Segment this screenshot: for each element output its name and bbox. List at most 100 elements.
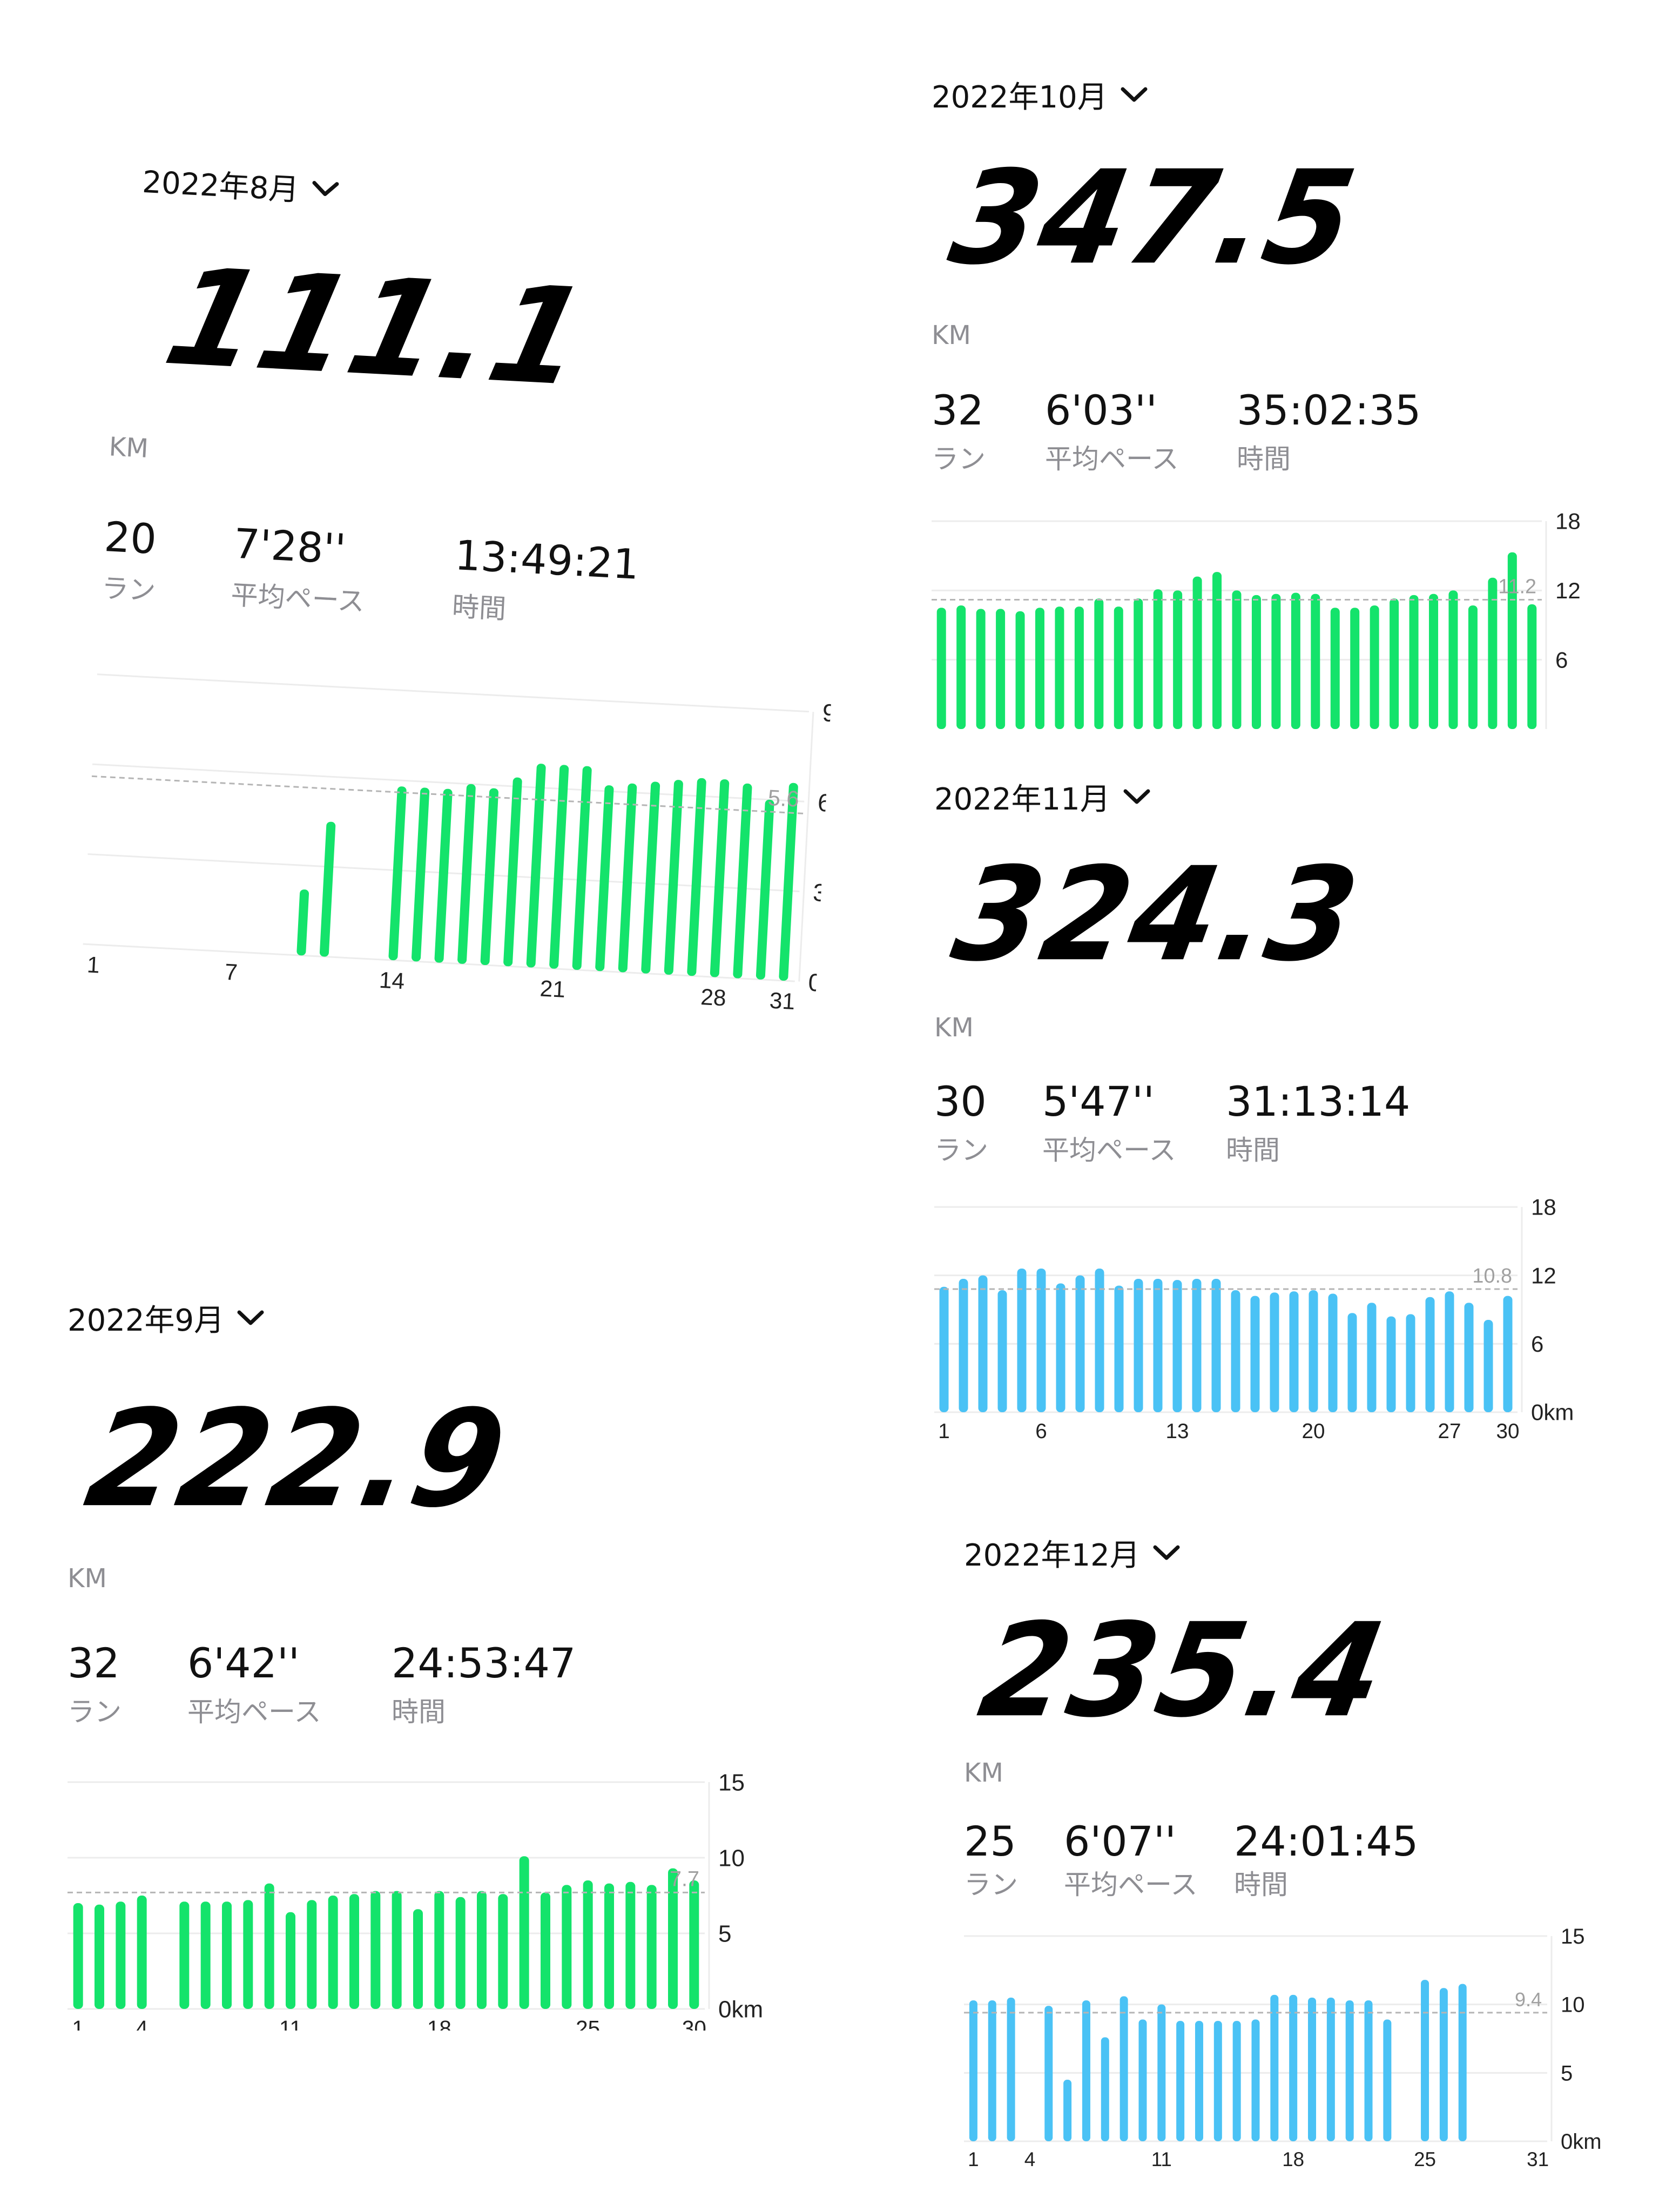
y-tick-label: 5 xyxy=(718,1920,731,1947)
y-tick-label: 12 xyxy=(1531,1263,1556,1288)
x-tick-label: 18 xyxy=(1282,2148,1304,2170)
bar xyxy=(541,1892,550,2009)
bar xyxy=(936,608,946,729)
x-tick-label: 4 xyxy=(1024,2148,1035,2170)
bar xyxy=(1347,1313,1357,1412)
monthly-bar-chart: 15 10 5 0km 9.4 1 4 11 18 25 31 xyxy=(964,1925,1602,2170)
bar xyxy=(388,786,407,961)
bar xyxy=(1308,1998,1317,2141)
bar xyxy=(1409,595,1419,729)
bar xyxy=(1056,1283,1065,1412)
y-tick-label: 3 xyxy=(812,878,827,907)
distance-unit: KM xyxy=(934,1013,974,1043)
chevron-down-icon[interactable] xyxy=(1153,1545,1180,1561)
total-time: 24:53:47 xyxy=(392,1639,576,1687)
x-tick-label: 31 xyxy=(769,988,795,1014)
y-tick-label: 15 xyxy=(1561,1925,1585,1948)
total-time-label: 時間 xyxy=(451,590,507,625)
bar xyxy=(1309,1290,1318,1412)
avg-pace: 6'42'' xyxy=(187,1639,300,1687)
bar xyxy=(116,1901,126,2009)
bar xyxy=(969,2000,977,2141)
runs-label: ラン xyxy=(932,443,986,475)
bar xyxy=(959,1279,968,1412)
bar xyxy=(1036,1269,1046,1412)
bar xyxy=(1421,1980,1429,2141)
bar xyxy=(733,783,752,979)
x-tick-label: 11 xyxy=(279,2016,302,2031)
chevron-down-icon[interactable] xyxy=(237,1310,264,1326)
x-tick-label: 18 xyxy=(427,2016,451,2031)
x-tick-label: 31 xyxy=(1527,2148,1549,2170)
bar xyxy=(1015,611,1025,729)
month-selector[interactable]: 2022年11月 xyxy=(934,775,1150,819)
month-selector[interactable]: 2022年12月 xyxy=(964,1531,1180,1575)
avg-pace: 6'07'' xyxy=(1064,1817,1176,1865)
bar xyxy=(618,783,637,973)
bar xyxy=(1007,1998,1015,2141)
monthly-bar-chart: 15 10 5 0km 7.7 1 4 11 18 25 30 xyxy=(68,1771,763,2031)
avg-pace: 6'03'' xyxy=(1045,386,1157,434)
bar xyxy=(956,605,966,729)
bar xyxy=(1326,1998,1335,2141)
month-selector[interactable]: 2022年9月 xyxy=(68,1296,264,1340)
x-tick-label: 25 xyxy=(576,2016,600,2031)
chevron-down-icon[interactable] xyxy=(1121,87,1148,103)
bar xyxy=(1464,1303,1474,1412)
total-time-label: 時間 xyxy=(392,1696,446,1728)
average-label: 11.2 xyxy=(1498,575,1536,598)
total-time-label: 時間 xyxy=(1234,1869,1288,1900)
bar xyxy=(1483,1320,1493,1412)
bar xyxy=(1153,589,1163,729)
bar xyxy=(1291,592,1300,729)
bar xyxy=(1270,1292,1279,1412)
bar xyxy=(996,609,1006,729)
y-tick-label: 15 xyxy=(718,1771,745,1796)
y-axis-line xyxy=(798,712,814,982)
bar xyxy=(1095,1269,1104,1412)
total-time-label: 時間 xyxy=(1237,443,1291,475)
bar xyxy=(1458,1984,1467,2141)
bar xyxy=(264,1883,274,2009)
chevron-down-icon[interactable] xyxy=(1123,789,1150,805)
runs-count: 30 xyxy=(934,1077,987,1125)
month-label: 2022年10月 xyxy=(932,80,1108,115)
bar xyxy=(1055,606,1064,729)
bar xyxy=(1289,1994,1298,2141)
bar xyxy=(1195,2021,1203,2141)
bar xyxy=(1138,2019,1147,2141)
bar xyxy=(1311,594,1320,729)
total-time: 31:13:14 xyxy=(1226,1077,1411,1125)
y-tick-label: 0km xyxy=(807,968,831,999)
avg-pace-label: 平均ペース xyxy=(1045,443,1179,475)
bar xyxy=(319,821,336,957)
x-tick-label: 21 xyxy=(539,975,566,1002)
bar xyxy=(1271,594,1281,729)
bar xyxy=(412,787,430,962)
bar xyxy=(370,1891,381,2009)
bar xyxy=(498,1894,508,2009)
month-label: 2022年11月 xyxy=(934,782,1110,817)
bar xyxy=(1350,608,1360,729)
month-selector[interactable]: 2022年10月 xyxy=(932,73,1148,117)
month-selector[interactable]: 2022年8月 xyxy=(141,158,340,212)
month-panel-sep: 2022年9月 222.9 KM 32 ラン 6'42'' 平均ペース 24:5… xyxy=(68,1296,797,2041)
bar xyxy=(1386,1316,1396,1412)
month-label: 2022年8月 xyxy=(141,164,300,208)
y-tick-label: 6 xyxy=(1555,647,1568,672)
runs-count: 20 xyxy=(103,512,158,564)
bar xyxy=(1044,2006,1053,2141)
bar xyxy=(562,1885,572,2009)
total-time: 35:02:35 xyxy=(1237,386,1421,434)
bar xyxy=(503,777,522,967)
bar xyxy=(1176,2021,1185,2141)
bar xyxy=(1328,1293,1338,1412)
bar xyxy=(572,766,592,970)
x-tick-label: 13 xyxy=(1166,1420,1189,1443)
total-distance: 235.4 xyxy=(970,1595,1397,1746)
bar xyxy=(296,889,309,956)
bar xyxy=(1251,2019,1260,2141)
chevron-down-icon[interactable] xyxy=(312,180,340,198)
x-tick-label: 1 xyxy=(938,1420,949,1443)
bar xyxy=(286,1912,295,2009)
